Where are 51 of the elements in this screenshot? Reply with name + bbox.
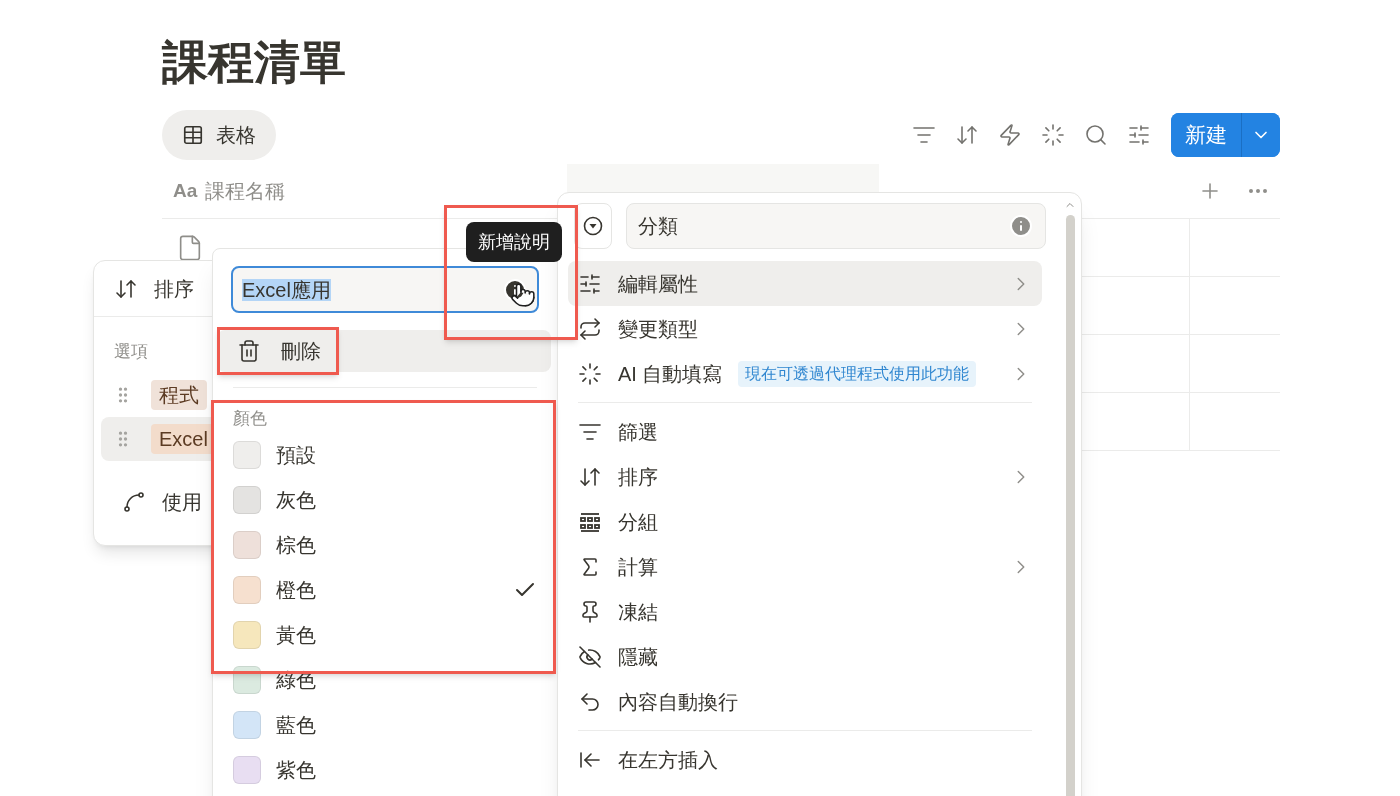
color-label: 預設 <box>276 442 317 468</box>
menu-item[interactable]: 在左方插入 <box>568 737 1042 782</box>
color-option[interactable]: 橙色 <box>213 567 557 612</box>
option-name-field[interactable]: Excel應用 <box>231 266 539 313</box>
menu-item[interactable]: 排序 <box>568 454 1042 499</box>
menu-item[interactable]: 編輯屬性 <box>568 261 1042 306</box>
sparkle-burst-icon <box>578 361 602 386</box>
color-label: 黃色 <box>276 622 317 648</box>
lightning-icon[interactable] <box>998 123 1022 147</box>
menu-item[interactable]: 計算 <box>568 544 1042 589</box>
color-label: 棕色 <box>276 532 317 558</box>
search-icon[interactable] <box>1084 123 1108 147</box>
menu-item[interactable]: 凍結 <box>568 589 1042 634</box>
sort-label[interactable]: 排序 <box>154 273 194 304</box>
feature-badge: 現在可透過代理程式使用此功能 <box>738 360 977 387</box>
settings-icon[interactable] <box>1127 123 1151 147</box>
page-title: 課程清單 <box>162 35 346 90</box>
color-option[interactable]: 藍色 <box>213 702 557 747</box>
scrollbar-thumb[interactable] <box>1066 215 1075 796</box>
color-label: 紫色 <box>276 757 317 783</box>
view-tab[interactable]: 表格 <box>162 110 276 160</box>
sliders-icon <box>578 271 602 296</box>
color-label: 灰色 <box>276 487 317 513</box>
section-label: 選項 <box>114 342 148 361</box>
menu-item[interactable]: AI 自動填寫 現在可透過代理程式使用此功能 <box>568 351 1042 396</box>
color-option[interactable]: 灰色 <box>213 477 557 522</box>
menu-item[interactable]: 分組 <box>568 499 1042 544</box>
color-label: 藍色 <box>276 712 317 738</box>
color-label: 橙色 <box>276 577 317 603</box>
use-label[interactable]: 使用 <box>162 487 202 517</box>
menu-item[interactable]: 內容自動換行 <box>568 679 1042 724</box>
menu-item[interactable]: 篩選 <box>568 409 1042 454</box>
color-option[interactable]: 紫色 <box>213 747 557 792</box>
tooltip: 新增說明 <box>466 222 562 262</box>
curve-icon <box>122 490 146 514</box>
option-tag: 程式 <box>151 380 207 410</box>
sparkle-burst-icon[interactable] <box>1041 123 1065 147</box>
property-name-field[interactable]: 分類 <box>626 203 1046 249</box>
color-option[interactable]: 黃色 <box>213 612 557 657</box>
repeat-icon <box>578 316 602 341</box>
table-icon <box>182 124 204 146</box>
menu-item[interactable]: 變更類型 <box>568 306 1042 351</box>
text-type-icon: Aa <box>173 176 198 206</box>
select-type-icon <box>583 216 603 236</box>
trash-icon <box>237 339 261 363</box>
hand-cursor-icon <box>510 282 536 308</box>
menu-item[interactable]: 隱藏 <box>568 634 1042 679</box>
color-option[interactable]: 棕色 <box>213 522 557 567</box>
type-button[interactable] <box>574 203 612 249</box>
sort-icon[interactable] <box>955 123 979 147</box>
eye-off-icon <box>578 644 602 669</box>
